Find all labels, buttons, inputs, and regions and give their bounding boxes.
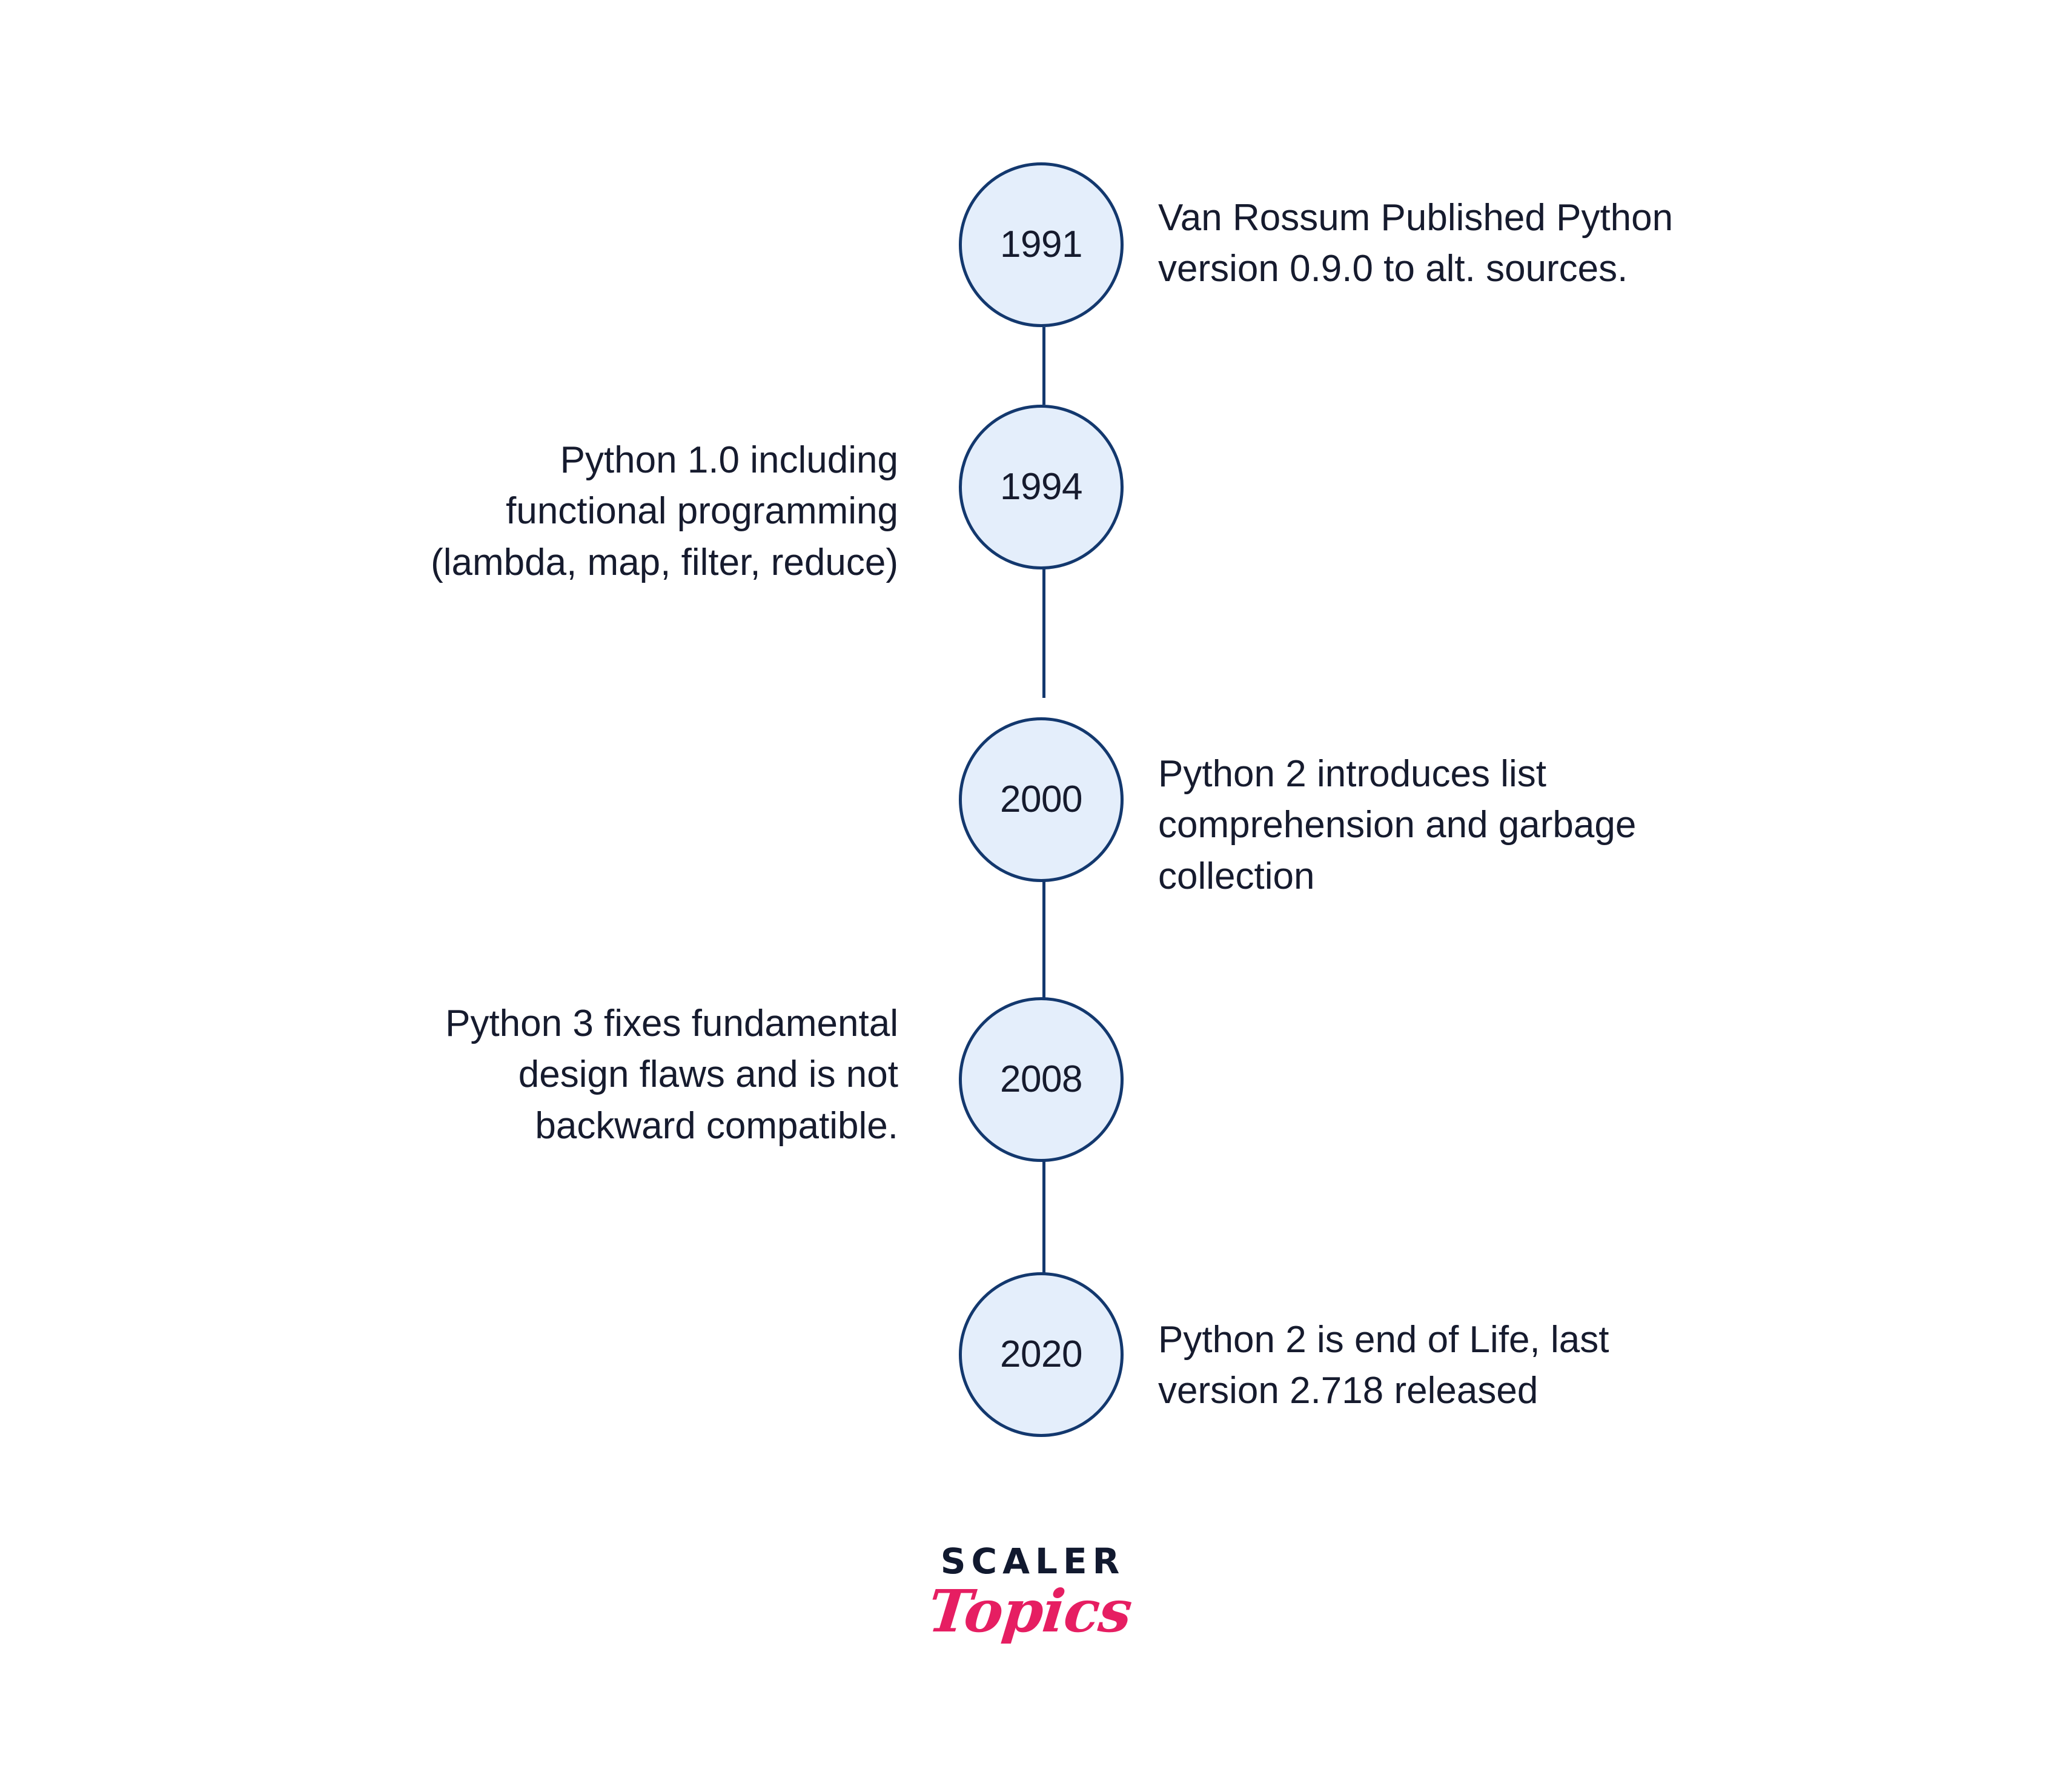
timeline-label-2008: Python 3 fixes fundamental design flaws … — [445, 1003, 898, 1147]
timeline-node-2020[interactable]: 2020 — [959, 1272, 1124, 1437]
brand-logo-scaler: SCALER — [940, 1541, 1125, 1582]
timeline-label-2000: Python 2 introduces list comprehension a… — [1158, 753, 1637, 897]
brand-logo-topics: Topics — [925, 1577, 1135, 1645]
timeline-node-2008[interactable]: 2008 — [959, 997, 1124, 1162]
timeline-connector-3 — [1042, 880, 1045, 1002]
timeline-node-year: 1994 — [1000, 466, 1082, 508]
timeline-node-year: 1991 — [1000, 224, 1082, 265]
timeline-label-1991: Van Rossum Published Python version 0.9.… — [1158, 197, 1674, 290]
timeline-node-1991[interactable]: 1991 — [959, 162, 1124, 327]
timeline-figure: 1991 Van Rossum Published Python version… — [0, 0, 2060, 1792]
brand-logo: SCALER Topics — [0, 1541, 2060, 1645]
timeline-connector-1 — [1042, 327, 1045, 405]
timeline-node-year: 2008 — [1000, 1058, 1082, 1100]
timeline-node-year: 2000 — [1000, 778, 1082, 820]
timeline-label-2020: Python 2 is end of Life, last version 2.… — [1158, 1319, 1609, 1412]
timeline-node-1994[interactable]: 1994 — [959, 405, 1124, 569]
timeline-label-1994: Python 1.0 including functional programm… — [431, 439, 898, 583]
timeline-node-year: 2020 — [1000, 1333, 1082, 1375]
timeline-node-2000[interactable]: 2000 — [959, 717, 1124, 882]
